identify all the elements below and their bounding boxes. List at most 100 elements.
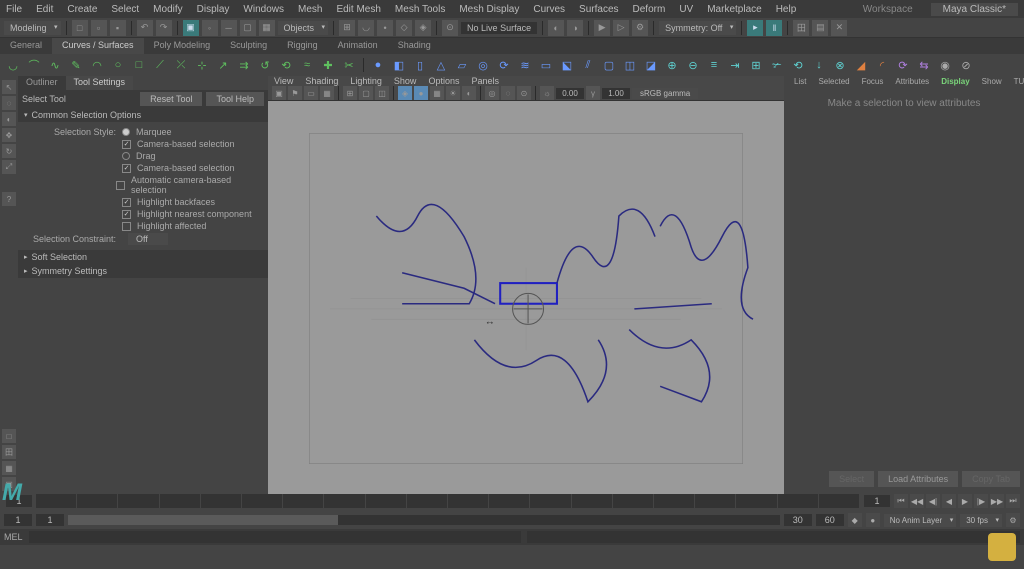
outliner-tab[interactable]: Outliner (18, 76, 66, 90)
symmetry-dropdown[interactable]: Symmetry: Off (659, 21, 736, 35)
nearest-check[interactable] (122, 210, 131, 219)
surf-torus-icon[interactable]: ◎ (474, 56, 492, 74)
menu-surfaces[interactable]: Surfaces (579, 4, 618, 15)
curve-attach-icon[interactable]: ⟋ (151, 56, 169, 74)
range-start-outer[interactable]: 1 (4, 514, 32, 526)
curve-offset-icon[interactable]: ⇉ (235, 56, 253, 74)
reset-tool-button[interactable]: Reset Tool (140, 92, 202, 106)
expose-icon[interactable]: ☼ (540, 86, 554, 100)
play-back-icon[interactable]: ◀ (942, 494, 956, 508)
wireframe-icon[interactable]: ◈ (398, 86, 412, 100)
curve-rebuild-icon[interactable]: ⟲ (277, 56, 295, 74)
magnet-icon[interactable]: ⊙ (442, 20, 458, 36)
curve-cv-icon[interactable]: ◡ (4, 56, 22, 74)
drag-radio[interactable] (122, 152, 130, 160)
tool-settings-tab[interactable]: Tool Settings (66, 76, 134, 90)
surf-cylinder-icon[interactable]: ▯ (411, 56, 429, 74)
vertex-mode-icon[interactable]: ◦ (202, 20, 218, 36)
shelf-tab-curves[interactable]: Curves / Surfaces (52, 38, 144, 54)
camera-sel2-check[interactable] (122, 164, 131, 173)
xrayj-icon[interactable]: ⊙ (517, 86, 531, 100)
render-icon[interactable]: ▶ (594, 20, 610, 36)
timeline[interactable] (36, 494, 860, 508)
surf-project-icon[interactable]: ↓ (810, 56, 828, 74)
redo-icon[interactable]: ↷ (156, 20, 172, 36)
surf-loft-icon[interactable]: ≋ (516, 56, 534, 74)
shelf-tab-shading[interactable]: Shading (388, 38, 441, 54)
new-icon[interactable]: □ (72, 20, 88, 36)
curve-circle-icon[interactable]: ○ (109, 56, 127, 74)
surf-attach-icon[interactable]: ⊕ (663, 56, 681, 74)
symmetry-settings-section[interactable]: Symmetry Settings (18, 264, 268, 278)
surf-trim-icon[interactable]: ✃ (768, 56, 786, 74)
curve-cut-icon[interactable]: ✂ (340, 56, 358, 74)
curve-ep-icon[interactable]: ⌒ (25, 56, 43, 74)
ae-tab-display[interactable]: Display (935, 76, 975, 90)
surf-sphere-icon[interactable]: ● (369, 56, 387, 74)
select-mode-icon[interactable]: ▣ (183, 20, 199, 36)
ae-load-button[interactable]: Load Attributes (878, 471, 958, 487)
camera-sel1-check[interactable] (122, 140, 131, 149)
surf-boolean-icon[interactable]: ⊘ (957, 56, 975, 74)
menu-meshtools[interactable]: Mesh Tools (395, 4, 445, 15)
next-key-icon[interactable]: |▶ (974, 494, 988, 508)
layout-four-icon[interactable]: 田 (2, 445, 16, 459)
workspace-dropdown[interactable]: Maya Classic* (931, 3, 1018, 16)
backfaces-check[interactable] (122, 198, 131, 207)
surf-bevel-icon[interactable]: ◪ (642, 56, 660, 74)
pause-icon[interactable]: ‖ (766, 20, 782, 36)
key-icon[interactable]: ◆ (848, 513, 862, 527)
curve-pencil-icon[interactable]: ✎ (67, 56, 85, 74)
cmd-mode[interactable]: MEL (4, 532, 23, 542)
select-tool-icon[interactable]: ↖ (2, 80, 16, 94)
surf-untrim-icon[interactable]: ⟲ (789, 56, 807, 74)
menu-windows[interactable]: Windows (243, 4, 284, 15)
vp-menu-view[interactable]: View (274, 76, 293, 86)
affected-check[interactable] (122, 222, 131, 231)
soft-selection-section[interactable]: Soft Selection (18, 250, 268, 264)
menu-create[interactable]: Create (67, 4, 97, 15)
paint-select-icon[interactable]: ◐ (2, 112, 16, 126)
surf-sculpt-icon[interactable]: ◉ (936, 56, 954, 74)
surf-align-icon[interactable]: ≡ (705, 56, 723, 74)
step-fwd-icon[interactable]: ▶▶ (990, 494, 1004, 508)
rotate-tool-icon[interactable]: ↻ (2, 144, 16, 158)
gate-icon[interactable]: ▢ (359, 86, 373, 100)
vp-menu-lighting[interactable]: Lighting (350, 76, 382, 86)
curve-reverse-icon[interactable]: ↺ (256, 56, 274, 74)
prefs-icon[interactable]: ⚙ (1006, 513, 1020, 527)
ae-tab-attributes[interactable]: Attributes (889, 76, 935, 90)
snap-grid-icon[interactable]: ⊞ (339, 20, 355, 36)
menu-editmesh[interactable]: Edit Mesh (336, 4, 380, 15)
ae-copy-button[interactable]: Copy Tab (962, 471, 1020, 487)
layout-icon[interactable]: 田 (793, 20, 809, 36)
curve-square-icon[interactable]: □ (130, 56, 148, 74)
shaded-icon[interactable]: ● (414, 86, 428, 100)
play-fwd-icon[interactable]: ▶ (958, 494, 972, 508)
menu-help[interactable]: Help (776, 4, 797, 15)
mode-dropdown[interactable]: Modeling (4, 21, 61, 35)
menu-curves[interactable]: Curves (533, 4, 565, 15)
menu-meshdisplay[interactable]: Mesh Display (459, 4, 519, 15)
menu-marketplace[interactable]: Marketplace (707, 4, 761, 15)
surf-insert-icon[interactable]: ⊞ (747, 56, 765, 74)
render-settings-icon[interactable]: ⚙ (632, 20, 648, 36)
snap-curve-icon[interactable]: ◡ (358, 20, 374, 36)
fps-dropdown[interactable]: 30 fps (960, 514, 1002, 527)
curve-bezier-icon[interactable]: ∿ (46, 56, 64, 74)
safe-icon[interactable]: ◫ (375, 86, 389, 100)
history-off-icon[interactable]: ◑ (567, 20, 583, 36)
gamma-icon[interactable]: γ (586, 86, 600, 100)
viewport-3d[interactable]: ↔ (268, 101, 784, 496)
menu-modify[interactable]: Modify (153, 4, 182, 15)
menu-file[interactable]: File (6, 4, 22, 15)
grid-icon[interactable]: ⊞ (343, 86, 357, 100)
snap-plane-icon[interactable]: ◇ (396, 20, 412, 36)
surf-rebuild-icon[interactable]: ⟳ (894, 56, 912, 74)
shelf-tab-sculpt[interactable]: Sculpting (220, 38, 277, 54)
ae-select-button[interactable]: Select (829, 471, 874, 487)
last-tool-icon[interactable]: ? (2, 192, 16, 206)
surf-plane-icon[interactable]: ▱ (453, 56, 471, 74)
curve-insertknot-icon[interactable]: ⊹ (193, 56, 211, 74)
auto-camera-check[interactable] (116, 181, 125, 190)
